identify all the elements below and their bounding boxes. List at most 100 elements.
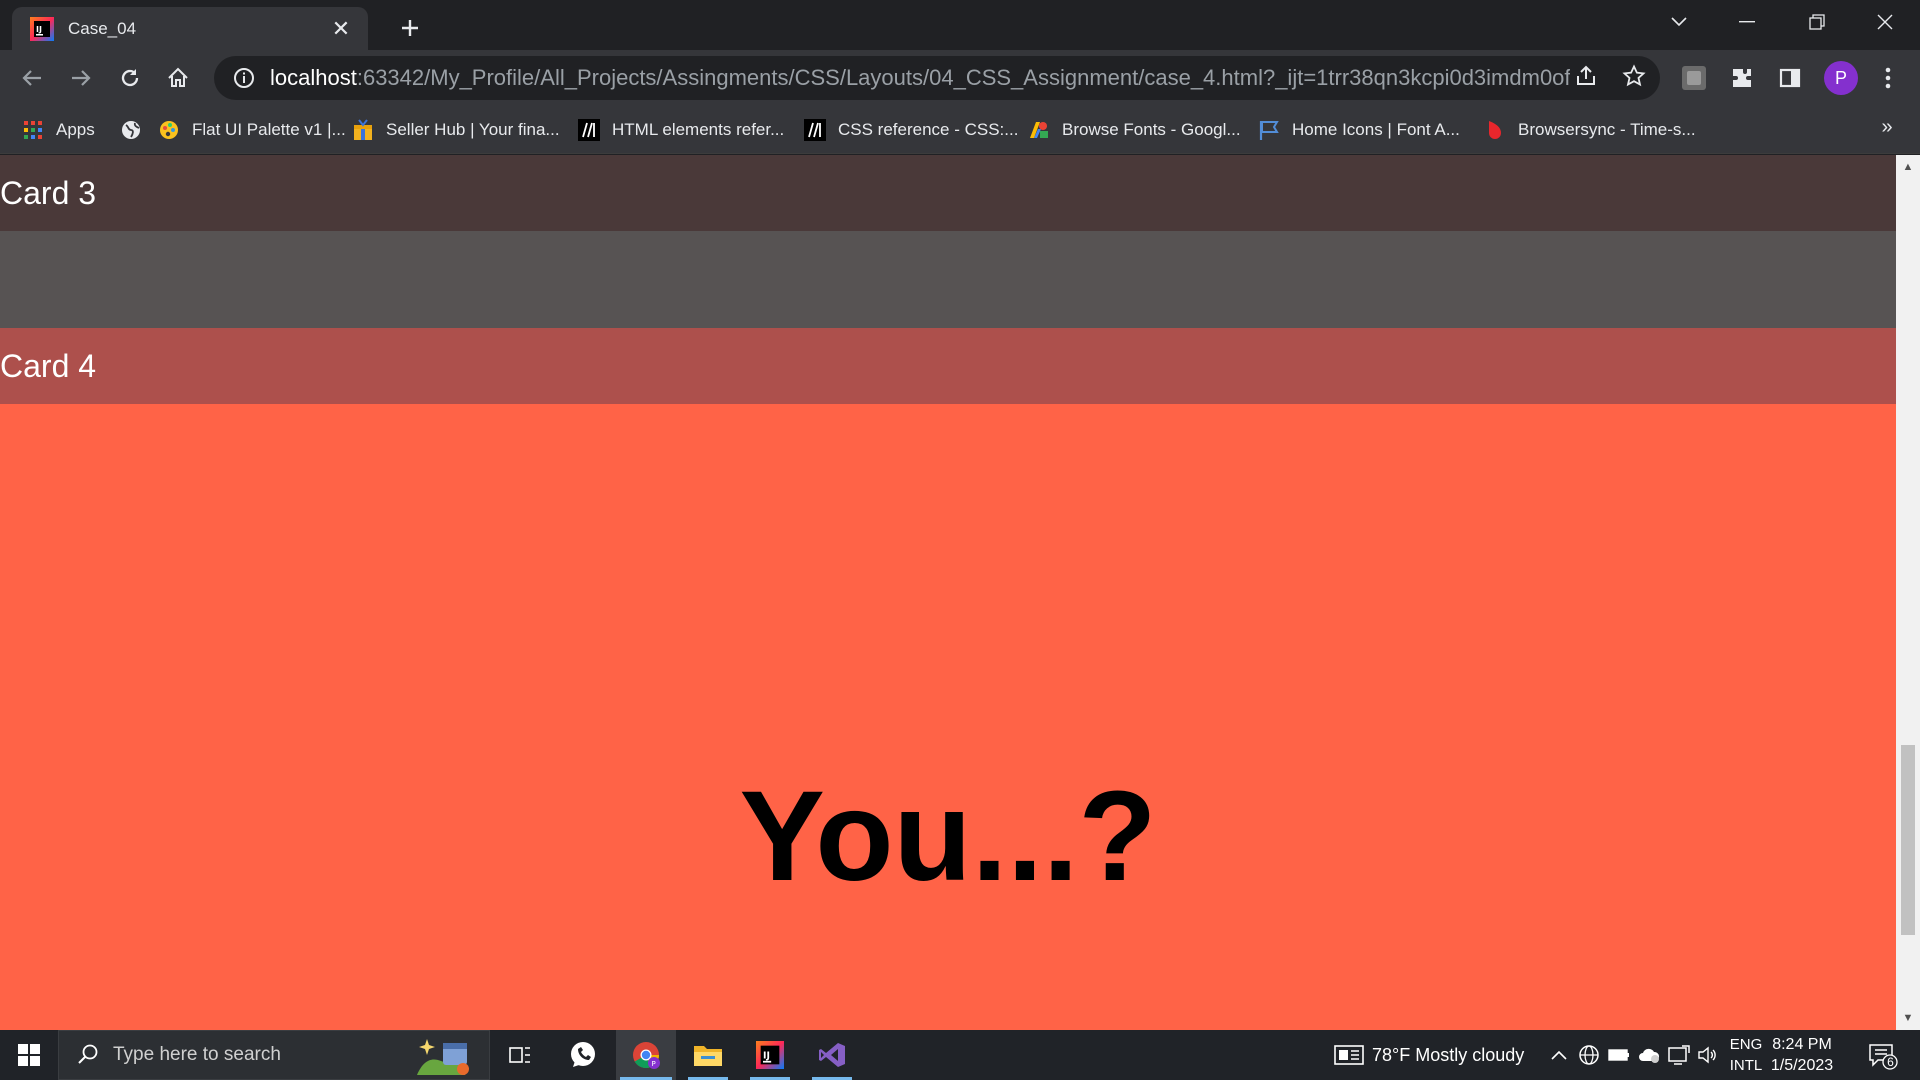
- bookmark-globe[interactable]: [120, 116, 154, 144]
- whatsapp-icon: [571, 1042, 595, 1067]
- weather-text[interactable]: 78°F Mostly cloudy: [1372, 1030, 1524, 1080]
- bookmark-font-awesome[interactable]: Home Icons | Font A...: [1258, 116, 1460, 144]
- clock-time: 8:24 PM: [1772, 1036, 1832, 1053]
- close-window-button[interactable]: [1850, 0, 1920, 44]
- notification-center-icon[interactable]: 6: [1868, 1042, 1898, 1070]
- side-panel-icon[interactable]: [1772, 60, 1808, 96]
- forward-arrow-icon[interactable]: [63, 60, 99, 96]
- mdn-icon: [578, 119, 600, 141]
- globe-network-icon[interactable]: [1577, 1043, 1601, 1067]
- browser-tab[interactable]: IJ Case_04 ✕: [12, 7, 368, 50]
- tab-strip: IJ Case_04 ✕: [0, 0, 1920, 50]
- search-highlight-icon[interactable]: [413, 1035, 475, 1077]
- hero-text: You...?: [739, 765, 1157, 908]
- globe-icon: [120, 119, 142, 141]
- palette-icon: [158, 119, 180, 141]
- browsersync-icon: [1484, 119, 1506, 141]
- google-fonts-icon: [1028, 119, 1050, 141]
- scroll-up-arrow-icon[interactable]: ▲: [1896, 157, 1920, 177]
- bookmarks-bar: Apps Flat UI Palette v1 |... Seller Hub …: [0, 106, 1920, 154]
- file-explorer-taskbar-button[interactable]: [678, 1030, 738, 1080]
- bookmark-label: Home Icons | Font A...: [1292, 120, 1460, 139]
- bookmark-html-elements[interactable]: HTML elements refer...: [578, 116, 784, 144]
- bookmark-label: Browse Fonts - Googl...: [1062, 120, 1241, 139]
- url-path: :63342/My_Profile/All_Projects/Assingmen…: [356, 65, 1570, 90]
- intellij-icon: IJ: [756, 1041, 784, 1069]
- reload-icon[interactable]: [112, 60, 148, 96]
- scroll-down-arrow-icon[interactable]: ▼: [1896, 1008, 1920, 1028]
- card-3-body: [0, 231, 1896, 328]
- url-text: localhost:63342/My_Profile/All_Projects/…: [270, 65, 1570, 91]
- windows-taskbar: Type here to search P IJ 78°F Mostly clo…: [0, 1030, 1920, 1080]
- system-clock[interactable]: 8:24 PM 1/5/2023: [1752, 1034, 1852, 1076]
- intellij-taskbar-button[interactable]: IJ: [740, 1030, 800, 1080]
- bookmark-label: Flat UI Palette v1 |...: [192, 120, 346, 139]
- minimize-button[interactable]: [1712, 0, 1782, 44]
- scrollbar-thumb[interactable]: [1901, 745, 1915, 935]
- gift-icon: [352, 119, 374, 141]
- browser-toolbar: localhost:63342/My_Profile/All_Projects/…: [0, 50, 1920, 106]
- page-scrollbar[interactable]: ▲ ▼: [1896, 155, 1920, 1030]
- tab-title: Case_04: [68, 18, 137, 38]
- bookmark-apps[interactable]: Apps: [22, 116, 95, 144]
- url-host: localhost: [270, 65, 357, 90]
- start-button[interactable]: [0, 1030, 58, 1080]
- visual-studio-icon: [819, 1043, 845, 1067]
- new-tab-button[interactable]: [394, 12, 426, 44]
- apps-grid-icon: [22, 119, 44, 141]
- bookmark-seller-hub[interactable]: Seller Hub | Your fina...: [352, 116, 560, 144]
- bookmark-google-fonts[interactable]: Browse Fonts - Googl...: [1028, 116, 1241, 144]
- task-view-icon: [509, 1047, 530, 1063]
- card-4-body: [0, 404, 1896, 1030]
- battery-icon[interactable]: [1607, 1043, 1631, 1067]
- bookmarks-overflow-button[interactable]: »: [1872, 112, 1902, 142]
- card-3-title: Card 3: [0, 174, 97, 211]
- notification-count: 6: [1887, 1055, 1894, 1069]
- profile-avatar[interactable]: P: [1824, 61, 1858, 95]
- restore-button[interactable]: [1782, 0, 1852, 44]
- task-view-button[interactable]: [490, 1030, 550, 1080]
- show-hidden-icons-chevron-icon[interactable]: [1547, 1043, 1571, 1067]
- whatsapp-taskbar-button[interactable]: [553, 1030, 613, 1080]
- bookmark-label: Apps: [56, 120, 95, 139]
- card-3-header: Card 3: [0, 155, 1896, 231]
- windows-logo-icon: [18, 1044, 40, 1066]
- chrome-taskbar-button[interactable]: P: [616, 1030, 676, 1080]
- visual-studio-taskbar-button[interactable]: [802, 1030, 862, 1080]
- extensions-puzzle-icon[interactable]: [1724, 60, 1760, 96]
- back-arrow-icon[interactable]: [14, 60, 50, 96]
- home-icon[interactable]: [160, 60, 196, 96]
- svg-text:IJ: IJ: [36, 25, 42, 34]
- folder-icon: [694, 1046, 722, 1066]
- volume-icon[interactable]: [1696, 1043, 1720, 1067]
- bookmark-star-icon[interactable]: [1618, 60, 1650, 92]
- mdn-icon: [804, 119, 826, 141]
- intellij-icon: IJ: [30, 16, 54, 41]
- share-icon[interactable]: [1570, 60, 1602, 92]
- menu-kebab-icon[interactable]: [1870, 60, 1906, 96]
- address-bar[interactable]: localhost:63342/My_Profile/All_Projects/…: [214, 56, 1660, 100]
- display-icon[interactable]: [1667, 1043, 1691, 1067]
- bookmark-browsersync[interactable]: Browsersync - Time-s...: [1484, 116, 1696, 144]
- taskbar-search-box[interactable]: Type here to search: [58, 1030, 490, 1080]
- chrome-icon: P: [633, 1042, 660, 1069]
- search-icon: [77, 1043, 101, 1067]
- bookmark-label: CSS reference - CSS:...: [838, 120, 1019, 139]
- bookmark-label: Browsersync - Time-s...: [1518, 120, 1696, 139]
- page-viewport: Card 3 Card 4 You...?: [0, 155, 1896, 1030]
- card-4-header: Card 4: [0, 328, 1896, 404]
- onedrive-cloud-icon[interactable]: [1637, 1043, 1661, 1067]
- bookmark-label: Seller Hub | Your fina...: [386, 120, 560, 139]
- bookmark-css-reference[interactable]: CSS reference - CSS:...: [804, 116, 1018, 144]
- extension-icon[interactable]: [1676, 60, 1712, 96]
- card-4-title: Card 4: [0, 347, 97, 384]
- svg-text:P: P: [652, 1060, 656, 1068]
- close-tab-icon[interactable]: ✕: [328, 16, 354, 42]
- bookmark-flat-ui-palette[interactable]: Flat UI Palette v1 |...: [158, 116, 346, 144]
- svg-text:IJ: IJ: [763, 1051, 770, 1062]
- site-info-icon[interactable]: [232, 66, 256, 90]
- flag-icon: [1258, 119, 1280, 141]
- bookmark-label: HTML elements refer...: [612, 120, 785, 139]
- tab-search-chevron-icon[interactable]: [1644, 0, 1714, 44]
- weather-widget-icon[interactable]: [1334, 1043, 1364, 1067]
